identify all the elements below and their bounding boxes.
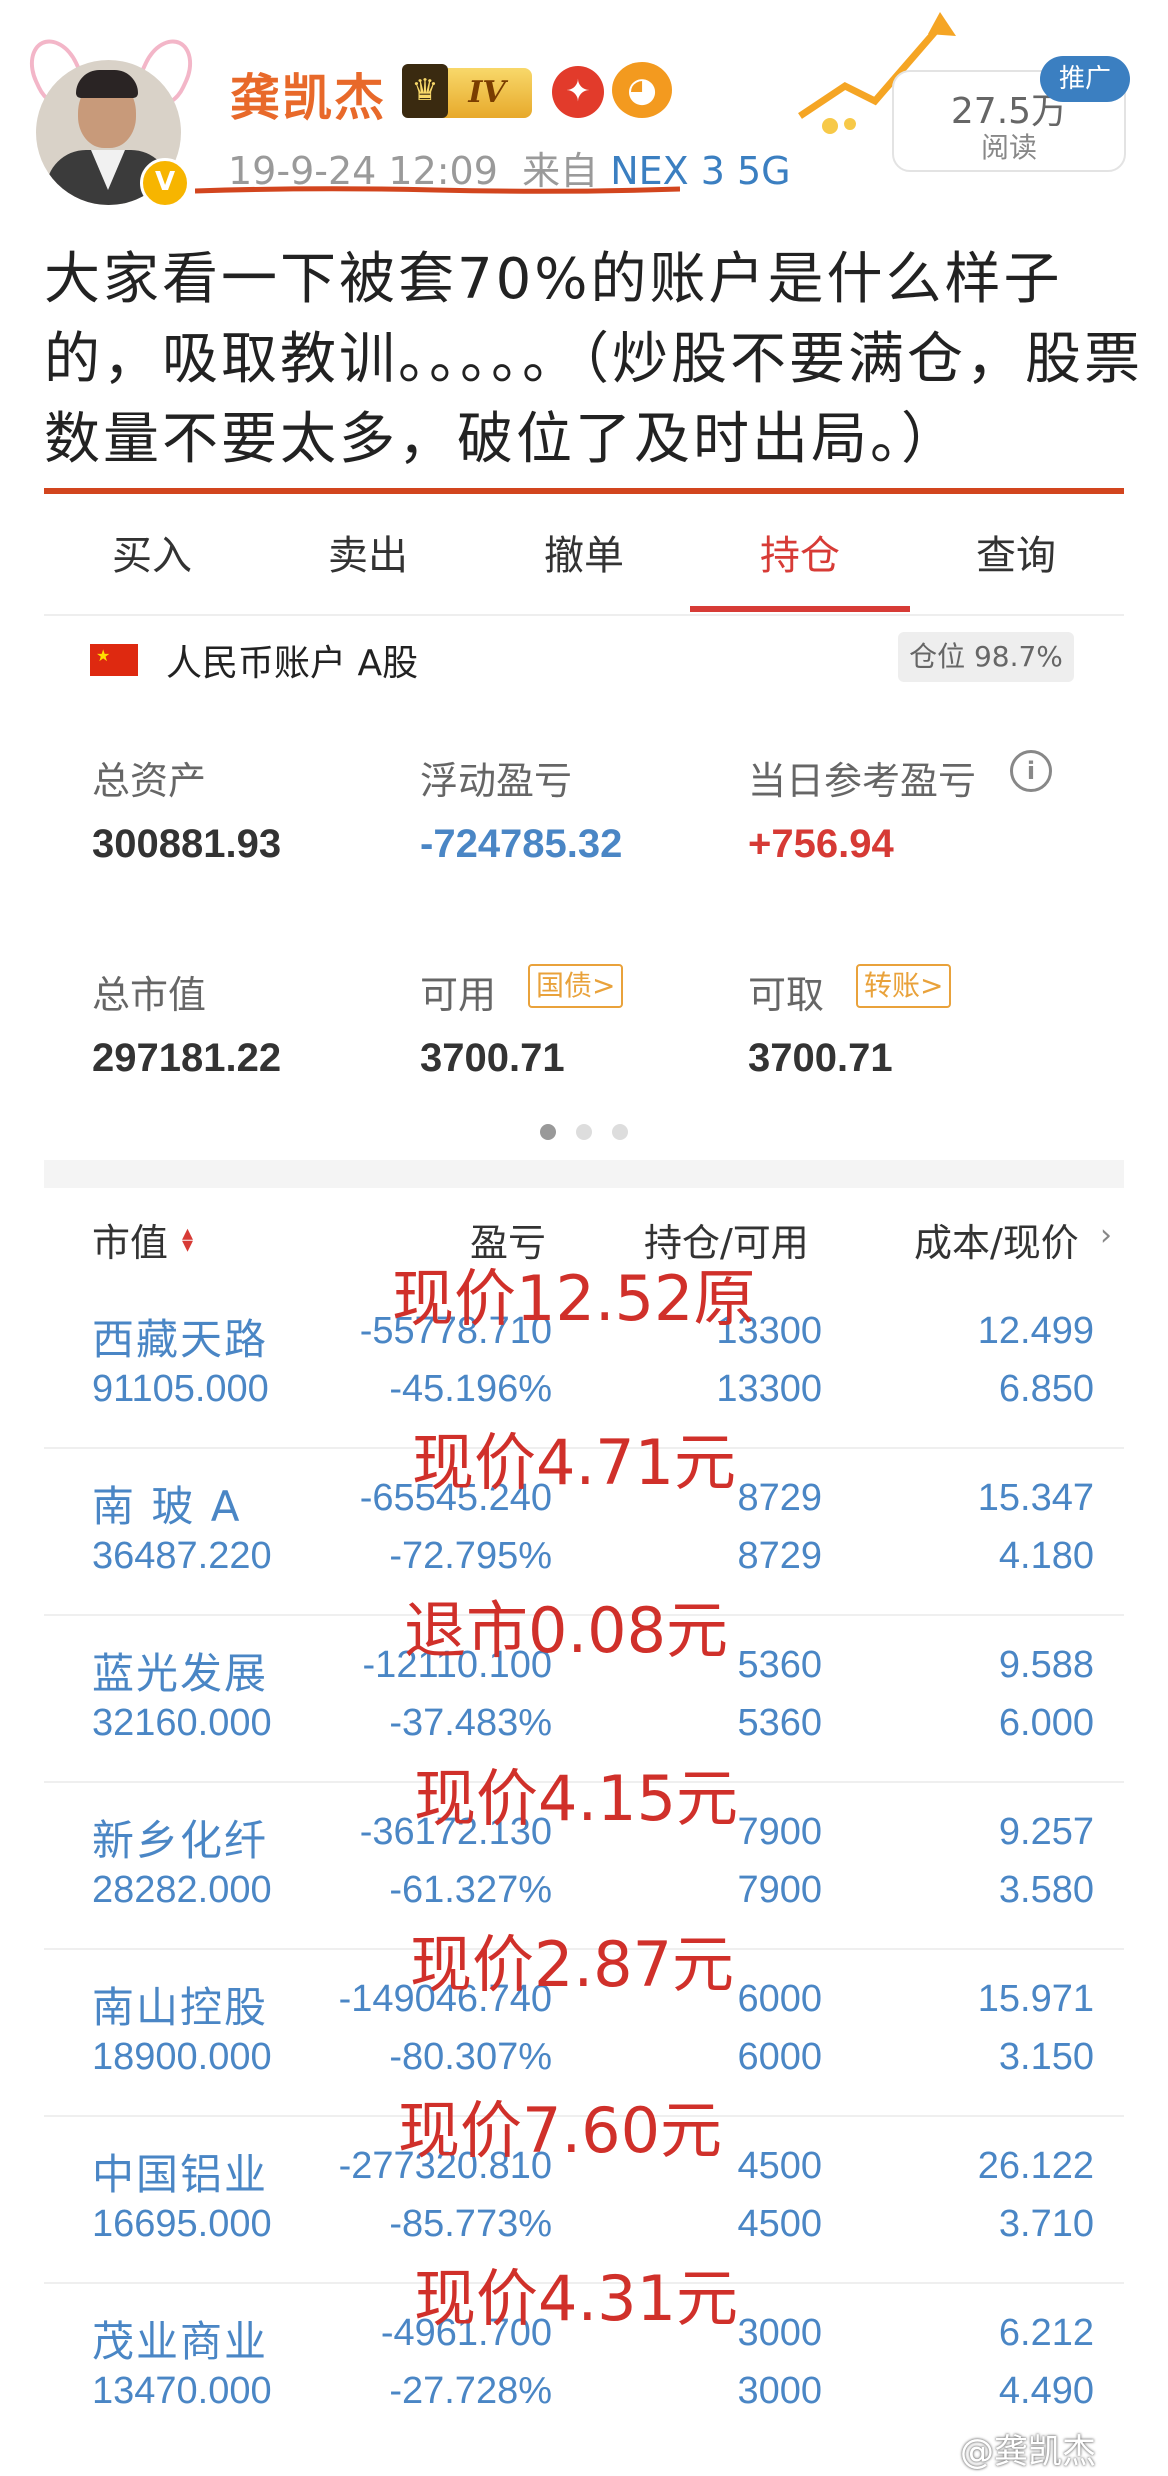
pl-percent-cell: -85.773% — [389, 2203, 552, 2245]
price-annotation: 现价4.31元 — [414, 2262, 739, 2335]
stock-name: 西藏天路 — [92, 1315, 269, 1364]
cost-cell: 26.122 — [977, 2145, 1094, 2187]
available-cell: 7900 — [737, 1869, 822, 1911]
price-annotation: 现价4.71元 — [412, 1426, 737, 1499]
cost-cell: 6.212 — [998, 2312, 1094, 2354]
col-cost-header[interactable]: 成本/现价 — [914, 1212, 1079, 1267]
available-value: 3700.71 — [420, 1036, 565, 1080]
position-ratio-badge: 仓位 98.7% — [898, 632, 1074, 682]
cost-cell: 9.257 — [998, 1811, 1094, 1853]
post-text-underline — [44, 488, 1124, 494]
watermark: @龚凯杰 — [960, 2432, 1096, 2472]
cost-cell: 12.499 — [977, 1310, 1094, 1352]
trade-tabs: 买入 卖出 撤单 持仓 查询 — [44, 506, 1124, 616]
tab-sell[interactable]: 卖出 — [260, 506, 476, 614]
market-value-value: 297181.22 — [92, 1036, 282, 1080]
price-cell: 3.710 — [998, 2203, 1094, 2245]
stock-name: 中国铝业 — [92, 2150, 269, 2199]
col-market-value-header[interactable]: 市值 — [92, 1212, 168, 1267]
floating-pl-label: 浮动盈亏 — [420, 759, 573, 803]
promo-tag[interactable]: 推广 — [1040, 56, 1130, 102]
available-cell: 13300 — [716, 1368, 822, 1410]
info-icon[interactable]: i — [1010, 750, 1052, 792]
vip-level-text: IV — [468, 75, 506, 110]
page-dot[interactable] — [576, 1124, 592, 1140]
cost-cell: 9.588 — [998, 1644, 1094, 1686]
market-value-cell: 18900.000 — [92, 2036, 272, 2078]
price-cell: 3.150 — [998, 2036, 1094, 2078]
available-cell: 3000 — [737, 2370, 822, 2412]
available-cell: 8729 — [737, 1535, 822, 1577]
withdrawable-value: 3700.71 — [748, 1036, 893, 1080]
cost-cell: 15.971 — [977, 1978, 1094, 2020]
pl-percent-cell: -45.196% — [389, 1368, 552, 1410]
market-value-cell: 28282.000 — [92, 1869, 272, 1911]
price-cell: 6.850 — [998, 1368, 1094, 1410]
china-flag-icon: ★ — [90, 644, 138, 676]
price-annotation: 现价2.87元 — [410, 1928, 735, 2001]
available-cell: 5360 — [737, 1702, 822, 1744]
bird-badge-icon[interactable]: ✦ — [552, 66, 604, 118]
meta-underline — [195, 186, 680, 194]
account-name[interactable]: 人民币账户 A股 — [166, 634, 418, 686]
tab-cancel[interactable]: 撤单 — [476, 506, 692, 614]
total-assets-label: 总资产 — [92, 759, 207, 803]
fish-badge-icon[interactable]: ◕ — [612, 62, 672, 118]
daily-pl-value: +756.94 — [748, 822, 894, 866]
price-annotation: 现价4.15元 — [414, 1762, 739, 1835]
cost-cell: 15.347 — [977, 1477, 1094, 1519]
daily-pl-label: 当日参考盈亏 — [748, 759, 977, 803]
price-annotation: 退市0.08元 — [404, 1594, 729, 1667]
verified-badge-icon: V — [140, 158, 190, 208]
stock-name: 蓝光发展 — [92, 1649, 269, 1698]
withdrawable-label: 可取 — [748, 973, 825, 1017]
market-value-cell: 32160.000 — [92, 1702, 272, 1744]
post-text: 大家看一下被套70%的账户是什么样子的，吸取教训。。。。。（炒股不要满仓，股票数… — [44, 247, 1143, 472]
total-assets-value: 300881.93 — [92, 822, 282, 866]
available-label: 可用 — [420, 973, 497, 1017]
market-value-cell: 91105.000 — [92, 1368, 269, 1410]
price-cell: 3.580 — [998, 1869, 1094, 1911]
price-annotation: 现价7.60元 — [398, 2094, 723, 2167]
pl-percent-cell: -37.483% — [389, 1702, 552, 1744]
price-cell: 4.490 — [998, 2370, 1094, 2412]
crown-icon: ♛ — [402, 64, 448, 118]
active-tab-indicator — [690, 606, 910, 612]
price-cell: 4.180 — [998, 1535, 1094, 1577]
floating-pl-value: -724785.32 — [420, 822, 623, 866]
pl-percent-cell: -61.327% — [389, 1869, 552, 1911]
market-value-cell: 16695.000 — [92, 2203, 272, 2245]
price-annotation: 现价12.52原 — [392, 1262, 756, 1335]
market-value-label: 总市值 — [92, 973, 207, 1017]
stock-name: 新乡化纤 — [92, 1816, 269, 1865]
tab-query[interactable]: 查询 — [908, 506, 1124, 614]
market-value-cell: 36487.220 — [92, 1535, 272, 1577]
available-cell: 6000 — [737, 2036, 822, 2078]
price-cell: 6.000 — [998, 1702, 1094, 1744]
pl-percent-cell: -80.307% — [389, 2036, 552, 2078]
tab-buy[interactable]: 买入 — [44, 506, 260, 614]
pl-percent-cell: -27.728% — [389, 2370, 552, 2412]
tab-holdings[interactable]: 持仓 — [692, 506, 908, 614]
transfer-link[interactable]: 转账> — [856, 964, 952, 1008]
sort-icon[interactable]: ▴ ▾ — [182, 1223, 193, 1257]
pl-percent-cell: -72.795% — [389, 1535, 552, 1577]
page-dot[interactable] — [612, 1124, 628, 1140]
stock-name: 南 玻 A — [92, 1482, 242, 1531]
chevron-right-icon[interactable]: › — [1100, 1218, 1112, 1253]
stock-name: 南山控股 — [92, 1983, 269, 2032]
section-divider — [44, 1160, 1124, 1188]
treasury-bond-link[interactable]: 国债> — [528, 964, 624, 1008]
page-dot-active[interactable] — [540, 1124, 556, 1140]
read-label: 阅读 — [980, 131, 1037, 164]
username[interactable]: 龚凯杰 — [230, 58, 386, 130]
stock-name: 茂业商业 — [92, 2317, 269, 2366]
market-value-cell: 13470.000 — [92, 2370, 272, 2412]
available-cell: 4500 — [737, 2203, 822, 2245]
